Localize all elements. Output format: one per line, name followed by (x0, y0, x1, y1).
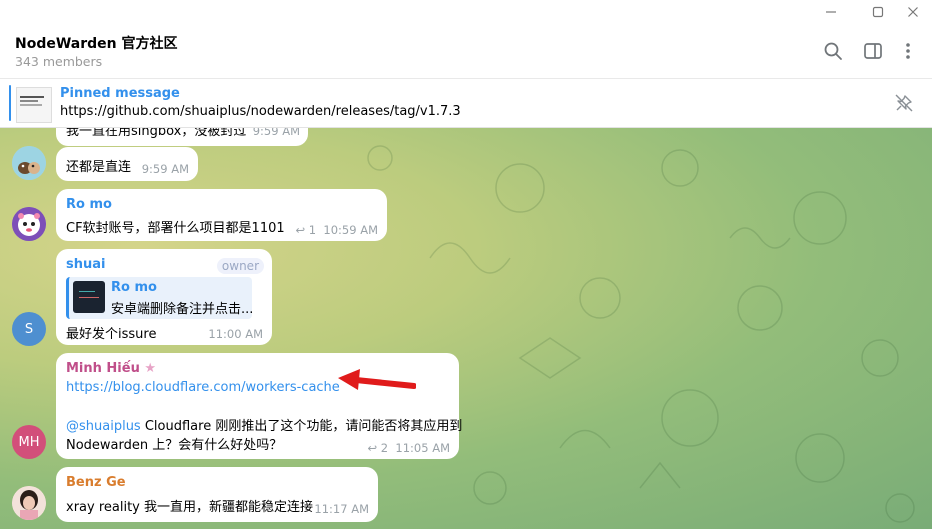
message-text: 还都是直连 (66, 160, 132, 175)
minimize-button[interactable] (815, 0, 847, 24)
window-titlebar (0, 0, 932, 26)
link-url[interactable]: https://blog.cloudflare.com/workers-cach… (66, 380, 340, 395)
message-text: 最好发个issure (66, 327, 157, 342)
maximize-button[interactable] (862, 0, 894, 24)
unpin-icon (895, 94, 913, 112)
message-link[interactable]: https://blog.cloudflare.com/workers-cach… (66, 380, 340, 395)
message-time: 9:59 AM (141, 162, 189, 176)
unpin-button[interactable] (894, 93, 914, 113)
red-arrow-annotation (338, 369, 416, 390)
close-button[interactable] (897, 0, 929, 24)
pinned-thumbnail (16, 87, 52, 123)
avatar[interactable]: MH (12, 425, 46, 459)
sender-name-text: Minh Hiếu (66, 361, 140, 376)
reply-count[interactable]: 1 (309, 223, 316, 237)
message-bubble[interactable]: Benz Ge xray reality 我一直用，新疆都能稳定连接 11:17… (56, 467, 378, 522)
close-icon (908, 7, 918, 17)
more-menu-button[interactable] (897, 40, 919, 62)
message-meta: ↩ 1 10:59 AM (295, 223, 378, 237)
message-bubble[interactable]: Ro mo CF软封账号，部署什么项目都是1101 ↩ 1 10:59 AM (56, 189, 387, 241)
sender-name[interactable]: Ro mo (66, 197, 112, 212)
message-bubble[interactable]: shuai owner Ro mo 安卓端删除备注并点击... 最好发个issu… (56, 249, 272, 345)
sender-name[interactable]: Minh Hiếu ★ (66, 361, 156, 376)
avatar[interactable] (12, 207, 46, 241)
message-text-line1: Cloudflare 刚刚推出了这个功能，请问能否将其应用到 (140, 419, 463, 434)
reply-sender: Ro mo (111, 280, 157, 295)
star-icon: ★ (144, 361, 157, 376)
reply-count[interactable]: 2 (381, 441, 388, 455)
pinned-label: Pinned message (60, 86, 180, 101)
avatar-image (12, 486, 46, 520)
message-time: 11:17 AM (314, 502, 369, 516)
message-meta: ↩ 2 11:05 AM (367, 441, 450, 455)
message-text: xray reality 我一直用，新疆都能稳定连接 (66, 500, 314, 515)
sender-name[interactable]: shuai (66, 257, 105, 272)
reply-arrow-icon[interactable]: ↩ (295, 223, 305, 237)
pinned-message-bar[interactable]: Pinned message https://github.com/shuaip… (0, 79, 932, 128)
message-text: @shuaiplus Cloudflare 刚刚推出了这个功能，请问能否将其应用… (66, 415, 462, 434)
message-text: CF软封账号，部署什么项目都是1101 (66, 221, 285, 236)
pinned-indicator (9, 85, 11, 121)
maximize-icon (872, 6, 884, 18)
avatar[interactable] (12, 486, 46, 520)
chat-title[interactable]: NodeWarden 官方社区 (15, 33, 178, 53)
sidebar-toggle-button[interactable] (862, 40, 884, 62)
reply-text: 安卓端删除备注并点击... (111, 302, 254, 317)
minimize-icon (826, 11, 836, 13)
sender-name[interactable]: Benz Ge (66, 475, 126, 490)
message-text: 我一直在用singbox，没被封过 (66, 128, 247, 139)
message-time: 11:00 AM (208, 327, 263, 341)
message-time: 11:05 AM (395, 441, 450, 455)
reply-quote[interactable]: Ro mo 安卓端删除备注并点击... (66, 277, 254, 319)
member-count: 343 members (15, 54, 103, 69)
message-text-line2: Nodewarden 上？会有什么好处吗？ (66, 438, 283, 453)
search-button[interactable] (822, 40, 844, 62)
avatar-initials: S (24, 321, 34, 337)
message-time: 10:59 AM (323, 223, 378, 237)
chat-messages-area[interactable]: 我一直在用singbox，没被封过 9:59 AM 还都是直连 9:59 AM … (0, 128, 932, 529)
sidebar-panel-icon (864, 43, 882, 59)
pinned-text[interactable]: https://github.com/shuaiplus/nodewarden/… (60, 104, 461, 119)
avatar-initials: MH (18, 434, 40, 450)
more-vertical-icon (906, 43, 910, 59)
mention[interactable]: @shuaiplus (66, 419, 141, 434)
message-time: 9:59 AM (252, 128, 300, 138)
avatar-image (12, 207, 46, 241)
avatar[interactable] (12, 146, 46, 180)
message-bubble[interactable]: 还都是直连 9:59 AM (56, 147, 198, 181)
avatar-image (12, 146, 46, 180)
owner-badge: owner (216, 258, 264, 274)
avatar[interactable]: S (12, 312, 46, 346)
chat-header[interactable]: NodeWarden 官方社区 343 members (0, 26, 932, 79)
reply-arrow-icon[interactable]: ↩ (367, 441, 377, 455)
search-icon (824, 42, 842, 60)
reply-thumbnail (73, 281, 105, 313)
message-bubble[interactable]: 我一直在用singbox，没被封过 9:59 AM (56, 128, 308, 146)
